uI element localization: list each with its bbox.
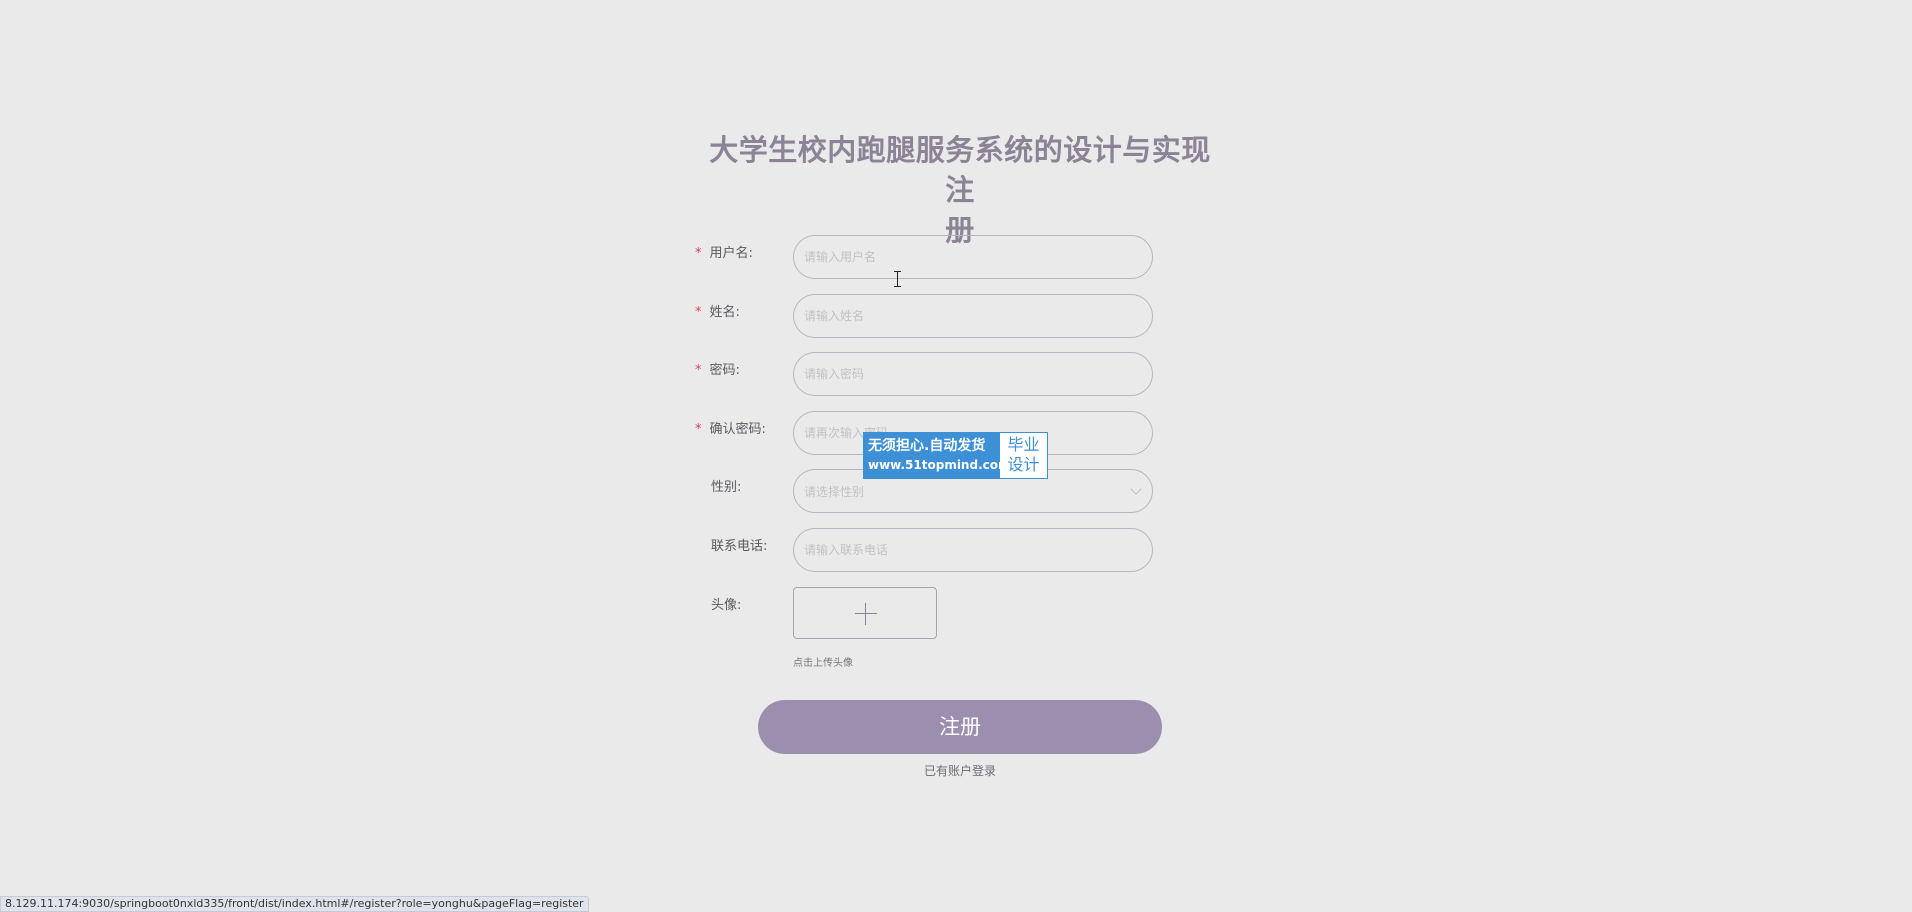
chevron-down-icon [1130, 483, 1142, 495]
name-input[interactable] [793, 294, 1153, 338]
required-mark: * [695, 363, 702, 378]
register-button[interactable]: 注册 [758, 700, 1162, 754]
password-input[interactable] [793, 352, 1153, 396]
avatar-upload-button[interactable] [793, 587, 937, 639]
watermark-line1: 无须担心.自动发货 [868, 438, 986, 454]
password-label: * 密码: [695, 361, 740, 381]
name-label-text: 姓名: [709, 305, 740, 320]
text-cursor-icon [894, 271, 902, 287]
status-bar-url: 8.129.11.174:9030/springboot0nxld335/fro… [0, 896, 589, 912]
username-label-text: 用户名: [709, 246, 753, 261]
required-mark: * [695, 422, 702, 437]
watermark-right2: 设计 [1007, 455, 1040, 474]
username-input[interactable] [793, 235, 1153, 279]
watermark-line2: www.51topmind.com [868, 458, 1011, 472]
avatar-label: 头像: [695, 596, 741, 616]
avatar-upload-hint: 点击上传头像 [793, 658, 853, 669]
phone-label: 联系电话: [695, 537, 767, 557]
password-label-text: 密码: [709, 363, 740, 378]
gender-label-text: 性别: [711, 480, 742, 495]
login-link[interactable]: 已有账户登录 [880, 762, 1040, 780]
username-label: * 用户名: [695, 244, 753, 264]
watermark-badge: 无须担心.自动发货 www.51topmind.com 毕业 设计 [863, 432, 1048, 479]
confirm-password-label: * 确认密码: [695, 420, 766, 440]
gender-select-placeholder: 请选择性别 [804, 484, 865, 499]
confirm-password-label-text: 确认密码: [709, 422, 766, 437]
gender-label: 性别: [695, 478, 741, 498]
required-mark: * [695, 246, 702, 261]
avatar-label-text: 头像: [711, 598, 742, 613]
name-label: * 姓名: [695, 303, 740, 323]
required-mark: * [695, 305, 702, 320]
phone-label-text: 联系电话: [711, 539, 768, 554]
phone-input[interactable] [793, 528, 1153, 572]
watermark-right1: 毕业 [1007, 435, 1040, 454]
